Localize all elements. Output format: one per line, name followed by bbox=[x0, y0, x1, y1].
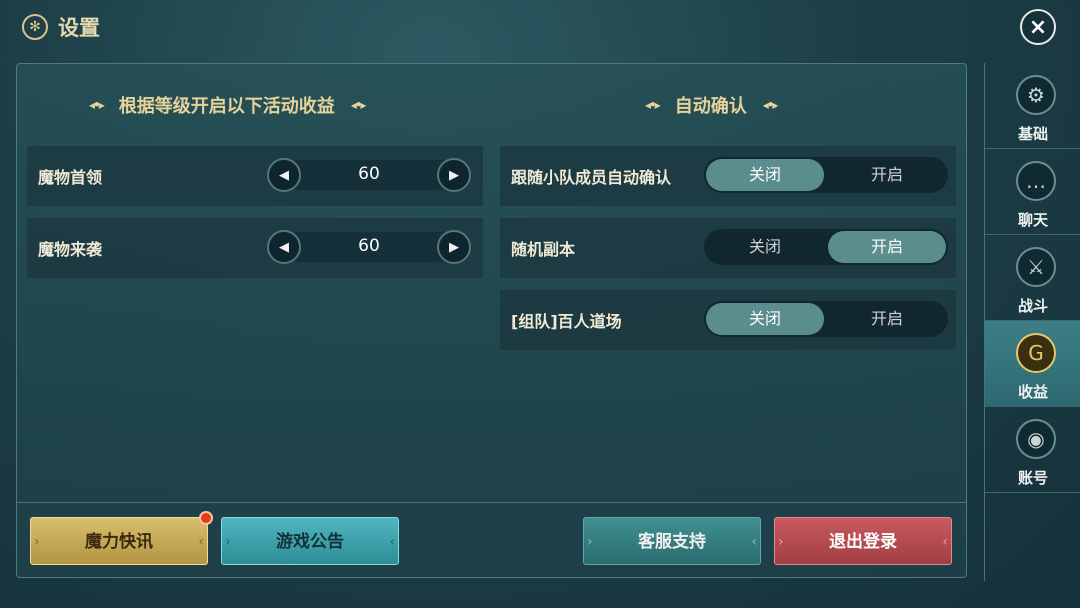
random-dungeon-toggle[interactable]: 关闭 开启 bbox=[704, 229, 948, 265]
chevron-right-icon: ‹ bbox=[942, 534, 948, 550]
ornament-right-icon: ◂•▸ bbox=[762, 98, 779, 112]
follow-team-toggle[interactable]: 关闭 开启 bbox=[704, 157, 948, 193]
notice-button[interactable]: › 游戏公告 ‹ bbox=[221, 517, 399, 565]
row-label: 魔物来袭 bbox=[38, 240, 103, 259]
logout-button[interactable]: › 退出登录 ‹ bbox=[774, 517, 952, 565]
toggle-off-option[interactable]: 关闭 bbox=[706, 303, 824, 335]
row-label: 随机副本 bbox=[511, 240, 576, 259]
header: ✻ 设置 × bbox=[0, 0, 1080, 56]
tab-label: 战斗 bbox=[1017, 297, 1048, 315]
toggle-on-option[interactable]: 开启 bbox=[828, 231, 946, 263]
toggle-off-option[interactable]: 关闭 bbox=[706, 231, 824, 263]
gear-icon: ⚙ bbox=[1016, 75, 1056, 115]
increase-arrow-icon[interactable]: ▶ bbox=[437, 158, 471, 192]
chevron-left-icon: › bbox=[587, 534, 593, 550]
toggle-row-hundred-dojo: [组队]百人道场 关闭 开启 bbox=[500, 290, 956, 350]
tab-chat[interactable]: … 聊天 bbox=[985, 149, 1080, 235]
sword-icon: ⚔ bbox=[1016, 247, 1056, 287]
tab-battle[interactable]: ⚔ 战斗 bbox=[985, 235, 1080, 321]
tab-income[interactable]: G 收益 bbox=[985, 321, 1080, 407]
tab-account[interactable]: ◉ 账号 bbox=[985, 407, 1080, 493]
logout-button-label: 退出登录 bbox=[829, 532, 897, 552]
tab-label: 账号 bbox=[1017, 469, 1048, 487]
right-section-title-text: 自动确认 bbox=[674, 96, 747, 117]
chat-icon: … bbox=[1016, 161, 1056, 201]
chevron-left-icon: › bbox=[225, 534, 231, 550]
ornament-left-icon: ◂•▸ bbox=[645, 98, 661, 112]
row-label: [组队]百人道场 bbox=[511, 312, 622, 331]
support-button[interactable]: › 客服支持 ‹ bbox=[583, 517, 761, 565]
stepper-value: 60 bbox=[358, 164, 380, 184]
news-button-label: 魔力快讯 bbox=[85, 532, 153, 552]
notification-dot-icon bbox=[199, 511, 213, 525]
coin-icon: G bbox=[1016, 333, 1056, 373]
tab-label: 收益 bbox=[1017, 383, 1048, 401]
footer-divider bbox=[17, 502, 966, 503]
stepper-row-boss: 魔物首领 ◀ 60 ▶ bbox=[27, 146, 483, 206]
notice-button-label: 游戏公告 bbox=[276, 532, 344, 552]
right-section-title: ◂•▸ 自动确认 ◂•▸ bbox=[645, 92, 779, 118]
toggle-on-option[interactable]: 开启 bbox=[828, 159, 946, 191]
chevron-right-icon: ‹ bbox=[198, 534, 204, 550]
support-button-label: 客服支持 bbox=[638, 532, 706, 552]
ornament-right-icon: ◂•▸ bbox=[350, 98, 367, 112]
hundred-dojo-toggle[interactable]: 关闭 开启 bbox=[704, 301, 948, 337]
chevron-right-icon: ‹ bbox=[389, 534, 395, 550]
level-stepper: ◀ 60 ▶ bbox=[267, 230, 471, 264]
row-label: 魔物首领 bbox=[38, 168, 103, 187]
sidebar: ⚙ 基础 … 聊天 ⚔ 战斗 G 收益 ◉ 账号 bbox=[984, 63, 1080, 581]
settings-panel: ◂•▸ 根据等级开启以下活动收益 ◂•▸ ◂•▸ 自动确认 ◂•▸ 魔物首领 ◀… bbox=[16, 63, 967, 578]
chevron-left-icon: › bbox=[34, 534, 40, 550]
page-title: 设置 bbox=[58, 16, 100, 40]
toggle-off-option[interactable]: 关闭 bbox=[706, 159, 824, 191]
toggle-on-option[interactable]: 开启 bbox=[828, 303, 946, 335]
toggle-row-follow-team: 跟随小队成员自动确认 关闭 开启 bbox=[500, 146, 956, 206]
tab-label: 基础 bbox=[1017, 125, 1048, 143]
toggle-row-random-dungeon: 随机副本 关闭 开启 bbox=[500, 218, 956, 278]
news-button[interactable]: › 魔力快讯 ‹ bbox=[30, 517, 208, 565]
increase-arrow-icon[interactable]: ▶ bbox=[437, 230, 471, 264]
left-section-title-text: 根据等级开启以下活动收益 bbox=[118, 96, 335, 117]
chevron-right-icon: ‹ bbox=[751, 534, 757, 550]
level-stepper: ◀ 60 ▶ bbox=[267, 158, 471, 192]
account-icon: ◉ bbox=[1016, 419, 1056, 459]
decrease-arrow-icon[interactable]: ◀ bbox=[267, 158, 301, 192]
ornament-left-icon: ◂•▸ bbox=[89, 98, 105, 112]
stepper-value: 60 bbox=[358, 236, 380, 256]
tab-label: 聊天 bbox=[1017, 211, 1048, 229]
chevron-left-icon: › bbox=[778, 534, 784, 550]
stepper-row-raid: 魔物来袭 ◀ 60 ▶ bbox=[27, 218, 483, 278]
row-label: 跟随小队成员自动确认 bbox=[511, 168, 672, 187]
close-button[interactable]: × bbox=[1020, 9, 1056, 45]
left-section-title: ◂•▸ 根据等级开启以下活动收益 ◂•▸ bbox=[89, 92, 367, 118]
tab-basic[interactable]: ⚙ 基础 bbox=[985, 63, 1080, 149]
decrease-arrow-icon[interactable]: ◀ bbox=[267, 230, 301, 264]
settings-logo-icon: ✻ bbox=[22, 14, 48, 40]
